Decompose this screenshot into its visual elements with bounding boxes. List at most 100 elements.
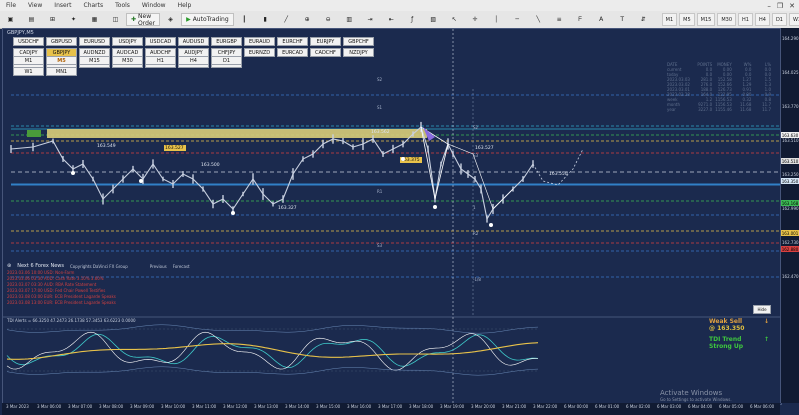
candle-chart-icon[interactable]: ▮ xyxy=(256,12,275,27)
price-badge: 163.350 xyxy=(781,178,799,184)
supply-zone xyxy=(47,129,427,138)
price-badge: 163.630 xyxy=(781,132,799,138)
toolbar-tf-d1[interactable]: D1 xyxy=(771,13,787,26)
menu-window[interactable]: Window xyxy=(136,2,172,9)
price-badge: 163.001 xyxy=(781,230,799,236)
fractal-dot xyxy=(71,171,75,175)
cursor-icon[interactable]: ↖ xyxy=(445,12,464,27)
news-icon: ⊛ xyxy=(7,263,12,269)
time-label: 3 Mar 10:00 xyxy=(161,404,186,409)
fractal-dot xyxy=(401,157,405,161)
tester-icon[interactable]: ◫ xyxy=(106,12,125,27)
metaeditor-icon[interactable]: ◈ xyxy=(161,12,180,27)
line-chart-icon[interactable]: ╱ xyxy=(277,12,296,27)
auto-trading-button[interactable]: ▶ AutoTrading xyxy=(181,13,234,26)
price-label: 164.025 xyxy=(782,70,799,75)
minimize-icon[interactable]: – xyxy=(767,2,771,10)
indicators-icon[interactable]: ƒ xyxy=(403,12,422,27)
new-order-button[interactable]: ✚ New Order xyxy=(126,13,161,27)
channel-icon[interactable]: ≡ xyxy=(550,12,569,27)
price-chart[interactable]: 163.549 163.527 163.500 163.327 163.562 163.5… xyxy=(3,29,781,404)
price-label: 162.470 xyxy=(782,274,799,279)
stats-cell: 11.7 xyxy=(762,107,772,112)
fractal-dot xyxy=(489,223,493,227)
menu-tools[interactable]: Tools xyxy=(109,2,136,9)
fibonacci-icon[interactable]: ᖴ xyxy=(571,12,590,27)
menu-help[interactable]: Help xyxy=(172,2,198,9)
price-marker: 163.327 xyxy=(278,205,297,211)
stats-cell: 11.68 xyxy=(739,107,752,112)
arrows-icon[interactable]: ⇵ xyxy=(634,12,653,27)
profiles-icon[interactable]: ▤ xyxy=(22,12,41,27)
vertical-line-icon[interactable]: │ xyxy=(487,12,506,27)
level-label: 1 xyxy=(473,205,476,210)
autoscroll-icon[interactable]: ⇥ xyxy=(361,12,380,27)
toolbar-tf-m30[interactable]: M30 xyxy=(717,13,737,26)
toolbar-tf-m5[interactable]: M5 xyxy=(679,13,695,26)
templates-icon[interactable]: ▧ xyxy=(424,12,443,27)
time-label: 3 Mar 07:00 xyxy=(68,404,93,409)
stats-cell: year xyxy=(667,107,676,112)
price-axis[interactable]: 164.290 164.025 163.770 163.510 163.250 162.9… xyxy=(780,28,799,403)
zone-label-box xyxy=(27,130,41,137)
time-label: 3 Mar 18:00 xyxy=(409,404,434,409)
price-label: 162.990 xyxy=(782,206,799,211)
time-label: 6 Mar 03:00 xyxy=(657,404,682,409)
news-item: 2023.03.06 03:30 AUD: Cash Rate 3.10% 3.… xyxy=(7,276,104,281)
timeframe-list: M1M5M15M30H1H4D1W1MN xyxy=(660,13,799,26)
time-label: 3 Mar 22:00 xyxy=(533,404,558,409)
news-previous: Previous xyxy=(149,263,167,269)
terminal-icon[interactable]: ▦ xyxy=(85,12,104,27)
toolbar: ▣ ▤ ⊞ ✦ ▦ ◫ ✚ New Order ◈ ▶ AutoTrading ┃ … xyxy=(0,11,799,29)
toolbar-tf-h1[interactable]: H1 xyxy=(738,13,753,26)
news-item: 2023.03.06 10:00 USD: Non-Farm xyxy=(7,270,75,275)
toolbar-tf-m15[interactable]: M15 xyxy=(696,13,716,26)
level-label: S3 xyxy=(377,243,383,248)
time-label: 3 Mar 11:00 xyxy=(192,404,217,409)
time-label: 3 Mar 20:00 xyxy=(471,404,496,409)
level-label: S3 xyxy=(473,153,479,158)
price-label: 163.250 xyxy=(782,172,799,177)
time-axis[interactable]: 3 Mar 2023 3 Mar 06:00 3 Mar 07:00 3 Mar 08… xyxy=(2,403,780,415)
price-marker: 163.527 xyxy=(165,145,184,151)
window-controls: – ❐ ✕ xyxy=(767,0,795,11)
menu-bar: File View Insert Charts Tools Window Help xyxy=(0,0,799,11)
tdi-line: @ 163.350 xyxy=(709,325,769,332)
menu-view[interactable]: View xyxy=(22,2,48,9)
stats-cell: 3227.0 xyxy=(698,107,713,112)
text-icon[interactable]: A xyxy=(592,12,611,27)
close-icon[interactable]: ✕ xyxy=(789,2,795,10)
stats-row: year 3227.0 1155.46 11.68 11.7 xyxy=(667,107,771,112)
menu-file[interactable]: File xyxy=(0,2,22,9)
bar-chart-icon[interactable]: ┃ xyxy=(235,12,254,27)
horizontal-line-icon[interactable]: ─ xyxy=(508,12,527,27)
tdi-line: TDI Trend ↑ xyxy=(709,336,769,343)
toolbar-tf-w1[interactable]: W1 xyxy=(788,13,799,26)
hide-button[interactable]: Hide xyxy=(753,305,771,314)
crosshair-icon[interactable]: ✛ xyxy=(466,12,485,27)
menu-charts[interactable]: Charts xyxy=(78,2,110,9)
news-item: 2023.03.08 03:00 EUR: ECB President Laga… xyxy=(7,294,116,299)
new-chart-icon[interactable]: ▣ xyxy=(1,12,20,27)
toolbar-tf-h4[interactable]: H4 xyxy=(754,13,770,26)
menu-insert[interactable]: Insert xyxy=(48,2,77,9)
restore-icon[interactable]: ❐ xyxy=(777,2,783,10)
time-label: 3 Mar 21:00 xyxy=(502,404,527,409)
level-label: S1 xyxy=(377,105,383,110)
tdi-line-text: Weak Sell xyxy=(709,318,743,325)
shift-icon[interactable]: ⇤ xyxy=(382,12,401,27)
trendline-icon[interactable]: ╲ xyxy=(529,12,548,27)
tile-icon[interactable]: ▥ xyxy=(340,12,359,27)
time-label: 3 Mar 09:00 xyxy=(130,404,155,409)
level-label: -1/8 xyxy=(473,277,481,282)
market-watch-icon[interactable]: ⊞ xyxy=(43,12,62,27)
label-icon[interactable]: T xyxy=(613,12,632,27)
zoom-in-icon[interactable]: ⊕ xyxy=(298,12,317,27)
time-label: 6 Mar 05:00 xyxy=(719,404,744,409)
toolbar-tf-m1[interactable]: M1 xyxy=(661,13,678,26)
navigator-icon[interactable]: ✦ xyxy=(64,12,83,27)
chart-window[interactable]: GBPJPY,M5 USDCHF GBPUSD EURUSD USDJPY USDCAD… xyxy=(2,28,782,405)
zoom-out-icon[interactable]: ⊖ xyxy=(319,12,338,27)
time-label: 3 Mar 13:00 xyxy=(254,404,279,409)
tdi-line-text: TDI Trend xyxy=(709,336,742,343)
